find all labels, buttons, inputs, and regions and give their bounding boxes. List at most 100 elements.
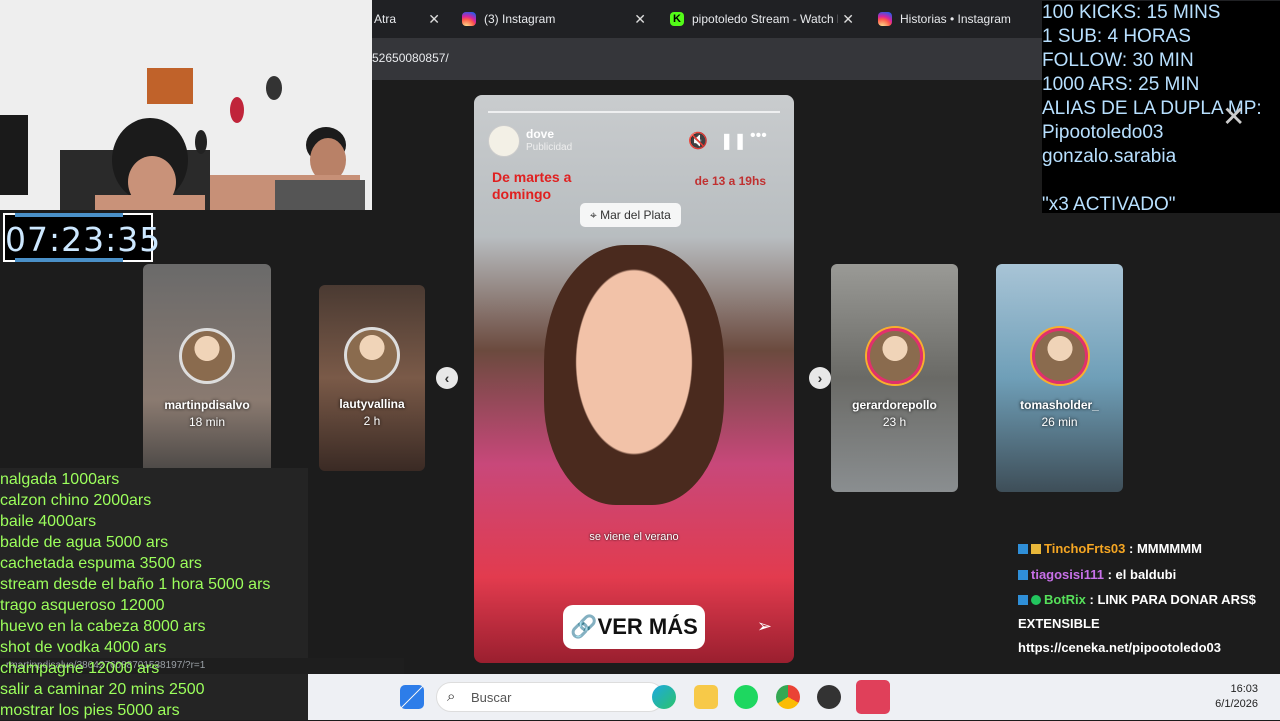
goal-line <box>1042 169 1280 193</box>
promo-text: De martes a domingo <box>492 169 572 202</box>
avatar <box>866 328 923 384</box>
taskbar-search[interactable]: ⌕ Buscar <box>436 682 664 712</box>
clock-time: 16:03 <box>1230 683 1258 695</box>
chat-text: : el baldubi <box>1104 567 1177 582</box>
webcam-image <box>0 0 372 210</box>
instagram-icon <box>878 12 892 26</box>
close-icon[interactable]: ✕ <box>838 11 854 28</box>
url-text: 52650080857/ <box>372 51 449 65</box>
chat-username: TinchoFrts03 <box>1044 541 1126 556</box>
kick-badge-icon <box>1018 570 1028 580</box>
stream-timer: 07:23:35 <box>3 213 160 262</box>
pause-icon[interactable]: ❚❚ <box>720 131 747 151</box>
share-icon[interactable]: ➢ <box>757 616 772 637</box>
story-sponsored-label: Publicidad <box>526 142 573 153</box>
mute-icon[interactable]: 🔇 <box>688 131 708 151</box>
goal-line: 1000 ARS: 25 MIN <box>1042 74 1200 95</box>
story-progress-bar <box>488 111 780 113</box>
tab-label: (3) Instagram <box>484 12 556 26</box>
tab-partial[interactable]: Atra ✕ <box>374 6 440 32</box>
system-clock[interactable]: 16:03 6/1/2026 <box>1215 682 1258 712</box>
price-item: salir a caminar 20 mins 2500 <box>0 681 205 698</box>
price-item: balde de agua 5000 ars <box>0 534 169 551</box>
edge-icon[interactable] <box>652 685 676 709</box>
chrome-icon[interactable] <box>776 685 800 709</box>
tab-historias-instagram[interactable]: Historias • Instagram <box>878 6 1038 32</box>
story-time: 23 h <box>882 415 907 429</box>
chat-text: : MMMMMM <box>1125 541 1202 556</box>
price-item: nalgada 1000ars <box>0 471 120 488</box>
price-item: baile 4000ars <box>0 513 97 530</box>
clock-date: 6/1/2026 <box>1215 698 1258 710</box>
spotify-icon[interactable] <box>734 685 758 709</box>
price-item: huevo en la cabeza 8000 ars <box>0 618 206 635</box>
tab-instagram[interactable]: (3) Instagram ✕ <box>462 6 646 32</box>
avatar <box>344 327 400 383</box>
timer-text: 07:23:35 <box>5 220 162 259</box>
next-story-button[interactable]: › <box>809 367 831 389</box>
tab-label: pipotoledo Stream - Watch l <box>692 12 840 26</box>
instagram-icon <box>462 12 476 26</box>
price-item: trago asqueroso 12000 <box>0 597 165 614</box>
story-card-gerardorepollo[interactable]: gerardorepollo 23 h <box>831 264 958 492</box>
more-options-icon[interactable]: ••• <box>750 127 767 145</box>
location-label: Mar del Plata <box>600 208 671 222</box>
story-username: lautyvallina <box>339 397 405 411</box>
timer-bar-bottom <box>15 258 123 262</box>
main-story[interactable]: dove Publicidad 🔇 ❚❚ ••• De martes a dom… <box>474 95 794 663</box>
gift-badge-icon <box>1031 544 1041 554</box>
tab-label: Atra <box>374 12 397 26</box>
story-username: tomasholder_ <box>1020 398 1099 412</box>
story-card-lautyvallina[interactable]: lautyvallina 2 h <box>319 285 425 471</box>
goal-line: "x3 ACTIVADO" <box>1042 194 1176 215</box>
goal-line: gonzalo.sarabia <box>1042 146 1177 167</box>
story-account-name[interactable]: dove <box>526 127 554 141</box>
location-sticker[interactable]: ⌖ Mar del Plata <box>580 203 681 227</box>
story-time: 18 min <box>188 415 226 429</box>
goal-line: FOLLOW: 30 MIN <box>1042 50 1194 71</box>
chat-message: TinchoFrts03 : MMMMMM <box>1018 536 1280 562</box>
price-item: champagne 12000 ars <box>0 660 160 677</box>
close-story-icon[interactable]: ✕ <box>1222 100 1245 133</box>
hours-text: de 13 a 19hs <box>694 174 766 188</box>
price-item: mostrar los pies 5000 ars <box>0 702 180 719</box>
price-item: shot de vodka 4000 ars <box>0 639 167 656</box>
previous-story-button[interactable]: ‹ <box>436 367 458 389</box>
chat-username: tiagosisi111 <box>1031 567 1104 582</box>
story-time: 26 min <box>1041 415 1078 429</box>
price-item: calzon chino 2000ars <box>0 492 152 509</box>
tab-label: Historias • Instagram <box>900 12 1011 26</box>
verified-badge-icon <box>1031 595 1041 605</box>
tiktok-icon[interactable] <box>856 680 890 714</box>
avatar <box>179 328 235 384</box>
search-placeholder: Buscar <box>471 690 512 705</box>
webcam-feed <box>0 0 372 210</box>
avatar <box>1031 328 1088 384</box>
price-list: nalgada 1000ars calzon chino 2000ars bai… <box>0 469 270 721</box>
price-item: stream desde el baño 1 hora 5000 ars <box>0 576 271 593</box>
obs-icon[interactable] <box>817 685 841 709</box>
price-item: cachetada espuma 3500 ars <box>0 555 202 572</box>
location-pin-icon: ⌖ <box>590 208 601 222</box>
story-caption: se viene el verano <box>589 531 679 543</box>
story-username: martinpdisalvo <box>164 398 250 412</box>
story-time: 2 h <box>363 414 381 428</box>
timer-bar-top <box>15 213 123 217</box>
close-icon[interactable]: ✕ <box>428 11 440 28</box>
kick-badge-icon <box>1018 595 1028 605</box>
chat-message: tiagosisi111 : el baldubi <box>1018 562 1280 588</box>
link-icon: 🔗 <box>570 614 598 639</box>
goal-line: 100 KICKS: 15 MINS <box>1042 2 1221 23</box>
story-card-tomasholder[interactable]: tomasholder_ 26 min <box>996 264 1123 492</box>
goal-line: 1 SUB: 4 HORAS <box>1042 26 1191 47</box>
story-card-martinpdisalvo[interactable]: martinpdisalvo 18 min <box>143 264 271 492</box>
windows-taskbar: ⌕ Buscar 16:03 6/1/2026 <box>308 674 1280 720</box>
see-more-button[interactable]: 🔗VER MÁS <box>563 605 705 649</box>
close-icon[interactable]: ✕ <box>634 11 646 28</box>
windows-start-icon[interactable] <box>400 685 424 709</box>
dove-logo-icon[interactable] <box>488 125 520 157</box>
story-username: gerardorepollo <box>852 398 937 412</box>
tab-kick-stream[interactable]: K pipotoledo Stream - Watch l ✕ <box>670 6 854 32</box>
story-image <box>544 245 724 505</box>
file-explorer-icon[interactable] <box>694 685 718 709</box>
